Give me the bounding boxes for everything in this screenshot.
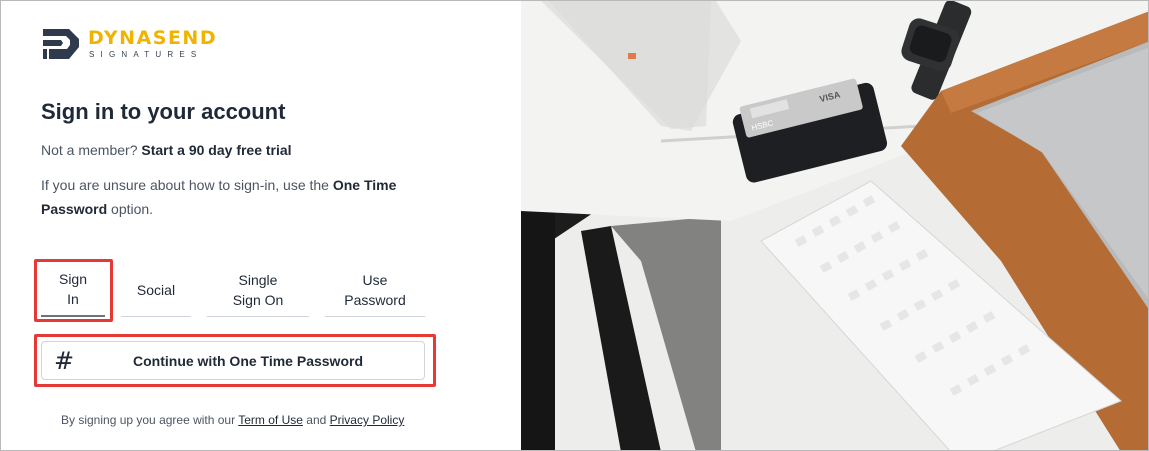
sign-in-panel: DYNASEND SIGNATURES Sign in to your acco…	[1, 1, 521, 450]
member-prefix: Not a member?	[41, 142, 138, 158]
terms-and: and	[306, 413, 327, 427]
hero-image: VISA HSBC	[521, 1, 1148, 450]
tab-pwd-line2: Password	[344, 291, 406, 308]
tab-social[interactable]: Social	[121, 263, 191, 317]
tab-pwd-line1: Use	[362, 271, 388, 288]
tab-single-sign-on[interactable]: Single Sign On	[207, 263, 309, 317]
page-frame: DYNASEND SIGNATURES Sign in to your acco…	[0, 0, 1149, 451]
terms-of-use-link[interactable]: Term of Use	[238, 413, 303, 427]
free-trial-link[interactable]: Start a 90 day free trial	[141, 142, 291, 158]
highlight-box-otp-button	[34, 334, 436, 387]
highlight-box-sign-in-tab	[34, 259, 113, 322]
brand-subtitle: SIGNATURES	[89, 50, 203, 59]
terms-prefix: By signing up you agree with our	[61, 413, 236, 427]
member-line: Not a member? Start a 90 day free trial	[41, 142, 292, 158]
tab-social-label: Social	[136, 281, 176, 298]
hint-suffix: option.	[111, 201, 154, 217]
tab-sso-line1: Single	[238, 271, 278, 288]
brand-logo: DYNASEND SIGNATURES	[41, 25, 241, 65]
privacy-policy-link[interactable]: Privacy Policy	[330, 413, 405, 427]
page-title: Sign in to your account	[41, 99, 286, 124]
hint-prefix: If you are unsure about how to sign-in, …	[41, 177, 329, 193]
terms-notice: By signing up you agree with our Term of…	[61, 413, 404, 427]
tab-sso-line2: Sign On	[232, 291, 284, 308]
dynasend-logo-icon	[43, 29, 79, 59]
brand-name: DYNASEND	[88, 27, 218, 49]
sign-in-hint: If you are unsure about how to sign-in, …	[41, 173, 421, 221]
desk-scene-illustration: VISA HSBC	[521, 1, 1148, 450]
tab-use-password[interactable]: Use Password	[325, 263, 425, 317]
